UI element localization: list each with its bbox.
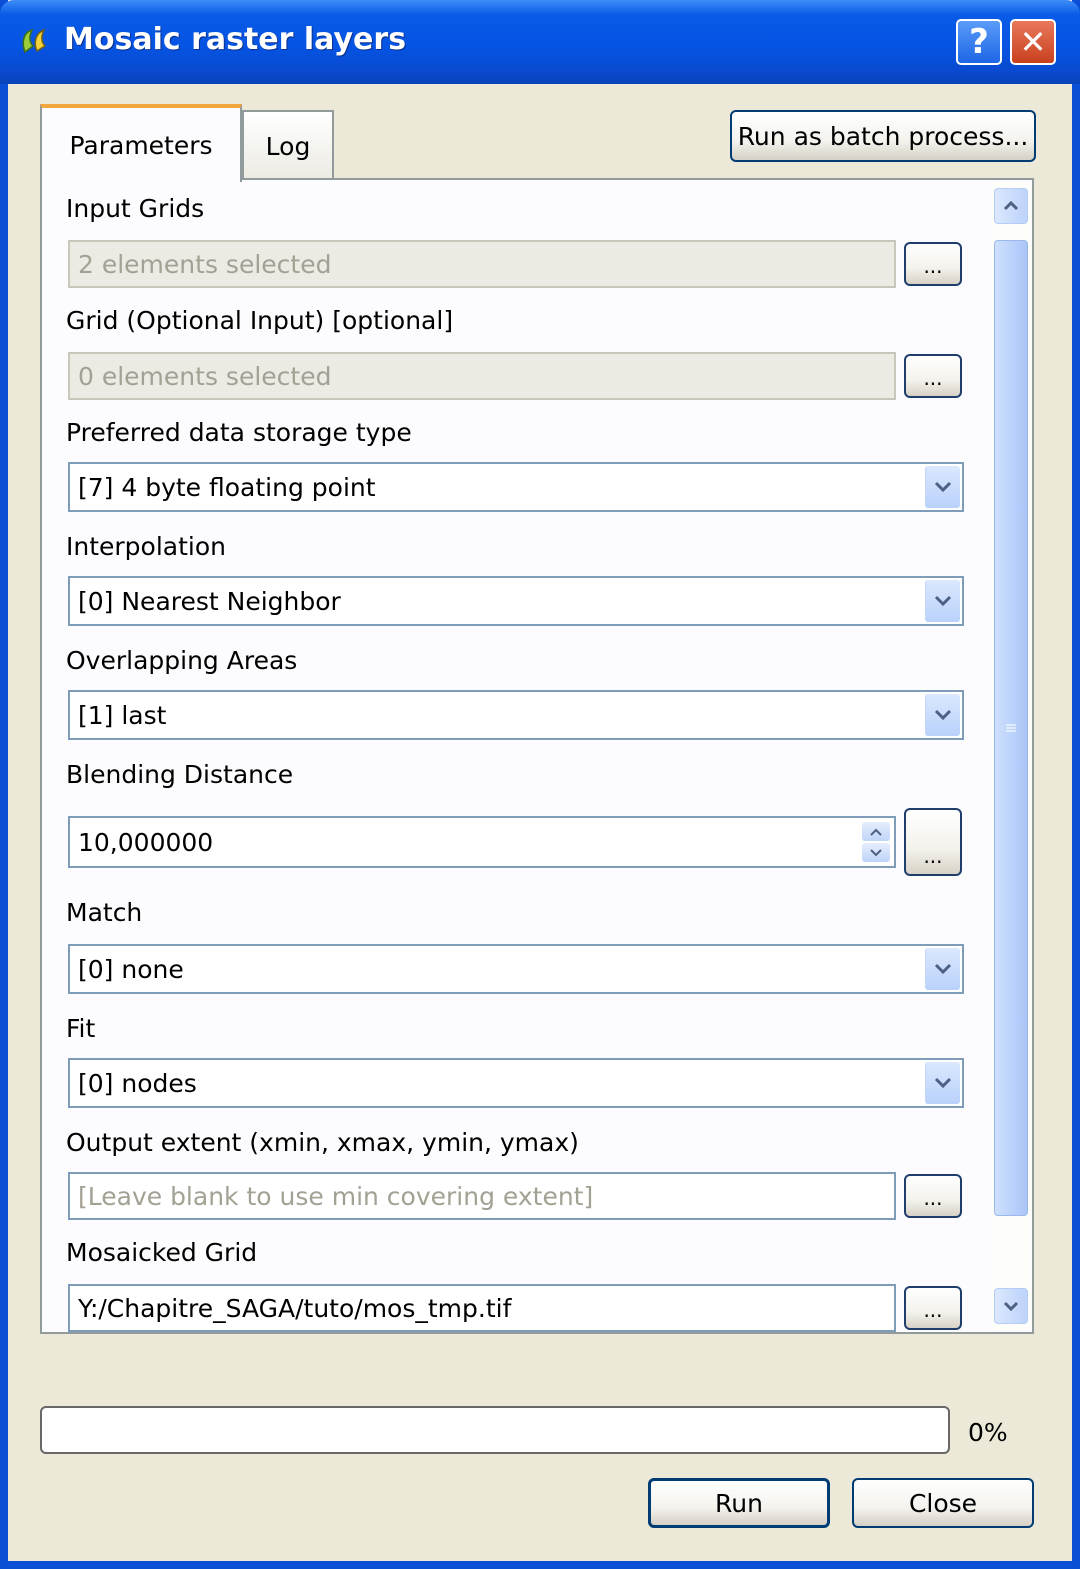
output-extent-button[interactable]: ... xyxy=(904,1174,962,1218)
run-button[interactable]: Run xyxy=(648,1478,830,1528)
tab-log[interactable]: Log xyxy=(242,110,334,180)
vertical-scrollbar[interactable] xyxy=(992,182,1030,1330)
blending-distance-value: 10,000000 xyxy=(78,827,214,857)
chevron-down-icon[interactable] xyxy=(925,466,960,508)
output-extent-label: Output extent (xmin, xmax, ymin, ymax) xyxy=(66,1128,579,1157)
progress-percent: 0% xyxy=(968,1418,1008,1447)
interpolation-select[interactable]: [0] Nearest Neighbor xyxy=(68,576,964,626)
grid-optional-browse-button[interactable]: ... xyxy=(904,354,962,398)
chevron-down-icon xyxy=(1003,1301,1019,1311)
scroll-up-button[interactable] xyxy=(994,188,1028,224)
fit-select[interactable]: [0] nodes xyxy=(68,1058,964,1108)
spin-up-icon[interactable] xyxy=(862,822,890,841)
input-grids-browse-button[interactable]: ... xyxy=(904,242,962,286)
run-batch-button[interactable]: Run as batch process... xyxy=(730,110,1036,162)
close-button[interactable]: Close xyxy=(852,1478,1034,1528)
mosaicked-grid-label: Mosaicked Grid xyxy=(66,1238,258,1267)
storage-type-label: Preferred data storage type xyxy=(66,418,412,447)
qgis-icon xyxy=(18,24,52,58)
storage-type-select[interactable]: [7] 4 byte floating point xyxy=(68,462,964,512)
chevron-up-icon xyxy=(1003,201,1019,211)
match-label: Match xyxy=(66,898,143,927)
overlapping-select[interactable]: [1] last xyxy=(68,690,964,740)
grid-optional-field: 0 elements selected xyxy=(68,352,896,400)
grip-icon xyxy=(1006,724,1016,732)
input-grids-field: 2 elements selected xyxy=(68,240,896,288)
interpolation-label: Interpolation xyxy=(66,532,226,561)
output-extent-input[interactable]: [Leave blank to use min covering extent] xyxy=(68,1172,896,1220)
input-grids-label: Input Grids xyxy=(66,194,205,223)
window-close-button[interactable]: ✕ xyxy=(1010,19,1056,65)
chevron-down-icon[interactable] xyxy=(925,1062,960,1104)
spin-down-icon[interactable] xyxy=(862,843,890,862)
mosaicked-grid-browse-button[interactable]: ... xyxy=(904,1286,962,1330)
tab-parameters[interactable]: Parameters xyxy=(40,104,242,182)
chevron-down-icon[interactable] xyxy=(925,694,960,736)
storage-type-value: [7] 4 byte floating point xyxy=(78,472,376,502)
parameters-panel: Input Grids 2 elements selected ... Grid… xyxy=(40,178,1034,1334)
blending-distance-button[interactable]: ... xyxy=(904,808,962,876)
match-select[interactable]: [0] none xyxy=(68,944,964,994)
overlapping-label: Overlapping Areas xyxy=(66,646,298,675)
blending-distance-spinbox[interactable]: 10,000000 xyxy=(68,816,896,868)
progress-bar xyxy=(40,1406,950,1454)
fit-label: Fit xyxy=(66,1014,96,1043)
match-value: [0] none xyxy=(78,954,184,984)
interpolation-value: [0] Nearest Neighbor xyxy=(78,586,341,616)
fit-value: [0] nodes xyxy=(78,1068,197,1098)
title-bar[interactable]: Mosaic raster layers ? ✕ xyxy=(0,0,1080,84)
mosaicked-grid-input[interactable]: Y:/Chapitre_SAGA/tuto/mos_tmp.tif xyxy=(68,1284,896,1332)
help-button[interactable]: ? xyxy=(956,19,1002,65)
scrollbar-thumb[interactable] xyxy=(994,240,1028,1216)
window-title: Mosaic raster layers xyxy=(64,22,407,57)
chevron-down-icon[interactable] xyxy=(925,948,960,990)
grid-optional-label: Grid (Optional Input) [optional] xyxy=(66,306,454,335)
chevron-down-icon[interactable] xyxy=(925,580,960,622)
scroll-down-button[interactable] xyxy=(994,1288,1028,1324)
blending-distance-label: Blending Distance xyxy=(66,760,294,789)
overlapping-value: [1] last xyxy=(78,700,167,730)
spin-buttons[interactable] xyxy=(862,822,890,862)
